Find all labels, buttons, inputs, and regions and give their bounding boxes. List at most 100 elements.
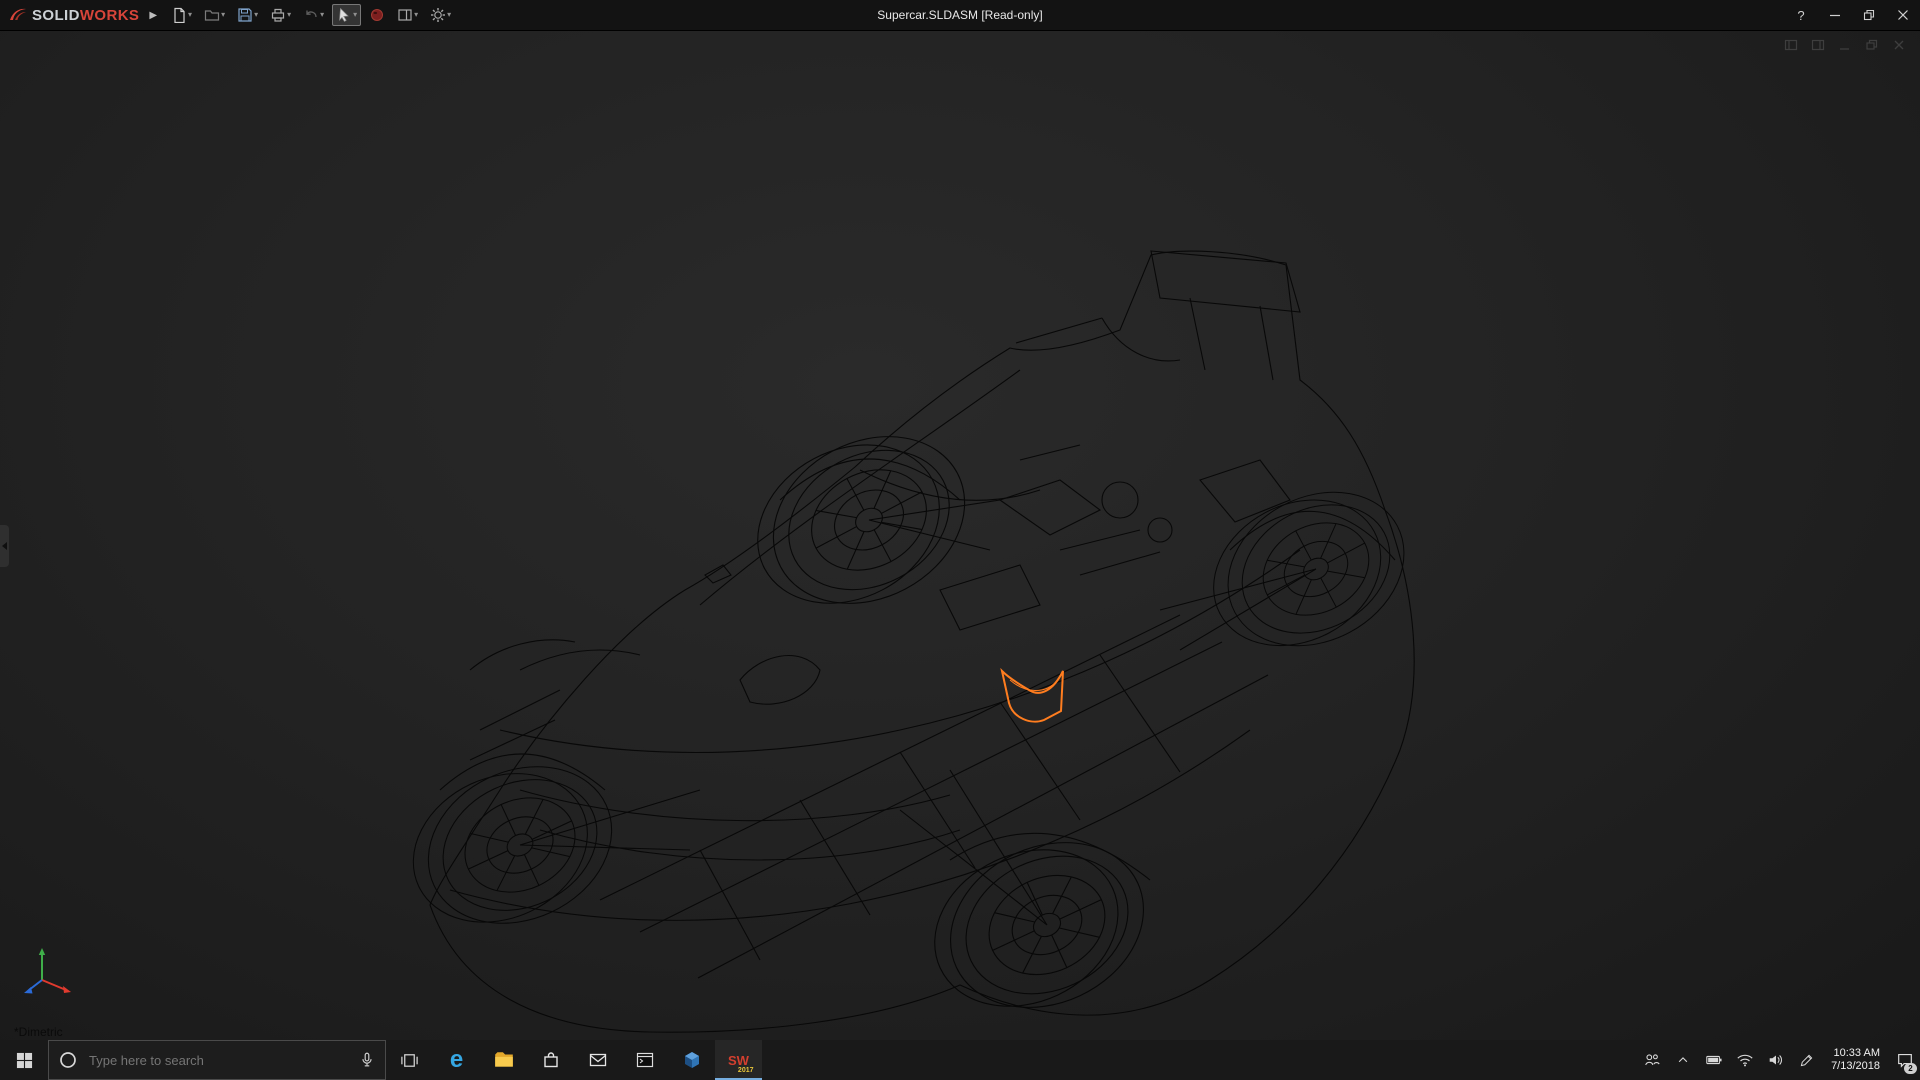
- print-icon: [271, 8, 285, 22]
- action-center-button[interactable]: 2: [1889, 1040, 1920, 1080]
- network-button[interactable]: [1729, 1040, 1760, 1080]
- solidworks-logo: SOLID WORKS: [0, 7, 143, 24]
- caret-down-icon[interactable]: ▾: [353, 11, 357, 19]
- window-controls: ?: [1784, 0, 1920, 30]
- print-button[interactable]: ▾: [266, 4, 295, 26]
- logo-text-solid: SOLID: [32, 6, 80, 24]
- triad-x-axis: [63, 986, 71, 993]
- windows-logo-icon: [16, 1052, 32, 1068]
- microphone-icon[interactable]: [358, 1051, 376, 1069]
- select-cursor-icon: [339, 7, 349, 22]
- taskbar-app-mail[interactable]: [574, 1040, 621, 1080]
- command-prompt-icon: [636, 1052, 653, 1068]
- taskbar-app-cube[interactable]: [668, 1040, 715, 1080]
- car-wireframe[interactable]: [388, 250, 1432, 1040]
- task-view-button[interactable]: [386, 1040, 433, 1080]
- red-sphere-icon: [371, 9, 384, 21]
- people-button[interactable]: [1636, 1040, 1667, 1080]
- close-button[interactable]: [1886, 0, 1920, 30]
- options-button[interactable]: ▾: [426, 4, 455, 26]
- new-document-button[interactable]: ▾: [167, 4, 196, 26]
- wireframe-canvas[interactable]: [0, 30, 1920, 1040]
- taskbar-clock[interactable]: 10:33 AM 7/13/2018: [1822, 1040, 1889, 1080]
- caret-down-icon[interactable]: ▾: [320, 11, 324, 19]
- logo-text-works: WORKS: [79, 6, 140, 24]
- save-button[interactable]: ▾: [233, 4, 262, 26]
- battery-icon: [1705, 1055, 1722, 1065]
- mail-envelope-icon: [589, 1053, 606, 1067]
- cortana-icon[interactable]: [58, 1050, 78, 1070]
- save-floppy-icon: [238, 8, 252, 22]
- minimize-icon: [1830, 14, 1840, 17]
- taskbar-app-edge[interactable]: e: [433, 1040, 480, 1080]
- orientation-triad: [24, 948, 71, 994]
- desktop: SOLID WORKS ▶ ▾ ▾ ▾ ▾ ▾ ▾ ▾ ▾ Supercar.S…: [0, 0, 1920, 1080]
- caret-down-icon[interactable]: ▾: [447, 11, 451, 19]
- open-folder-icon: [204, 10, 220, 21]
- sw-icon-label: SW: [728, 1052, 749, 1068]
- select-tool-button[interactable]: ▾: [332, 4, 362, 26]
- caret-down-icon[interactable]: ▾: [221, 11, 225, 19]
- battery-button[interactable]: [1698, 1040, 1729, 1080]
- view-orientation-label: *Dimetric: [14, 1025, 63, 1039]
- taskbar-app-file-explorer[interactable]: [480, 1040, 527, 1080]
- record-sphere-button[interactable]: [365, 4, 389, 26]
- undo-button[interactable]: ▾: [299, 4, 328, 26]
- display-pane-button[interactable]: ▾: [393, 4, 422, 26]
- speaker-icon: [1769, 1055, 1782, 1065]
- caret-down-icon[interactable]: ▾: [414, 11, 418, 19]
- solidworks-2017-icon: SW 2017: [725, 1046, 754, 1075]
- collapse-arrow-icon: [2, 542, 7, 550]
- people-icon: [1644, 1054, 1660, 1066]
- taskbar-app-command-prompt[interactable]: [621, 1040, 668, 1080]
- pen-workspace-button[interactable]: [1791, 1040, 1822, 1080]
- clock-date: 7/13/2018: [1831, 1060, 1880, 1072]
- hidden-icons-button[interactable]: [1667, 1040, 1698, 1080]
- new-document-icon: [174, 7, 185, 23]
- menu-flyout-arrow-icon[interactable]: ▶: [149, 10, 157, 21]
- caret-down-icon[interactable]: ▾: [254, 11, 258, 19]
- restore-button[interactable]: [1852, 0, 1886, 30]
- store-bag-icon: [543, 1052, 558, 1068]
- doc-minimize-icon[interactable]: [1838, 38, 1852, 52]
- file-explorer-icon: [494, 1052, 513, 1067]
- titlebar: SOLID WORKS ▶ ▾ ▾ ▾ ▾ ▾ ▾ ▾ ▾ Supercar.S…: [0, 0, 1920, 31]
- clock-time: 10:33 AM: [1833, 1047, 1880, 1059]
- search-input[interactable]: [87, 1051, 349, 1069]
- taskbar: e SW 2017: [0, 1040, 1920, 1080]
- open-button[interactable]: ▾: [200, 4, 229, 26]
- caret-down-icon[interactable]: ▾: [287, 11, 291, 19]
- wifi-icon: [1736, 1054, 1753, 1067]
- solidworks-ds-icon: [10, 8, 26, 20]
- caret-down-icon[interactable]: ▾: [188, 11, 192, 19]
- doc-restore-icon[interactable]: [1865, 38, 1879, 52]
- sw-icon-year: 2017: [737, 1067, 754, 1074]
- start-button[interactable]: [0, 1040, 48, 1080]
- gear-icon: [431, 8, 446, 22]
- quick-access-toolbar: ▾ ▾ ▾ ▾ ▾ ▾ ▾ ▾: [167, 4, 455, 26]
- highlighted-component-seat[interactable]: [1000, 667, 1064, 723]
- taskbar-app-solidworks[interactable]: SW 2017: [715, 1040, 762, 1080]
- edge-icon: e: [449, 1046, 464, 1073]
- doc-close-icon[interactable]: [1892, 38, 1906, 52]
- minimize-button[interactable]: [1818, 0, 1852, 30]
- seat-highlight-outline[interactable]: [1000, 667, 1064, 723]
- notification-badge: 2: [1904, 1063, 1917, 1074]
- feature-tree-collapse-tab[interactable]: [0, 525, 9, 567]
- chevron-up-icon: [1678, 1057, 1687, 1063]
- taskbar-search-box[interactable]: [48, 1040, 386, 1080]
- document-window-controls: [1784, 38, 1906, 52]
- task-view-icon: [401, 1053, 418, 1067]
- system-tray: 10:33 AM 7/13/2018 2: [1636, 1040, 1920, 1080]
- cube-app-icon: [684, 1052, 699, 1068]
- document-title: Supercar.SLDASM [Read-only]: [877, 8, 1043, 22]
- pen-icon: [1800, 1054, 1813, 1066]
- feature-pane-icon[interactable]: [1784, 38, 1798, 52]
- help-button[interactable]: ?: [1784, 0, 1818, 30]
- restore-icon: [1863, 9, 1875, 21]
- taskbar-app-store[interactable]: [527, 1040, 574, 1080]
- display-pane-toggle-icon[interactable]: [1811, 38, 1825, 52]
- volume-button[interactable]: [1760, 1040, 1791, 1080]
- triad-y-axis: [38, 948, 46, 955]
- graphics-area[interactable]: *Dimetric: [0, 30, 1920, 1040]
